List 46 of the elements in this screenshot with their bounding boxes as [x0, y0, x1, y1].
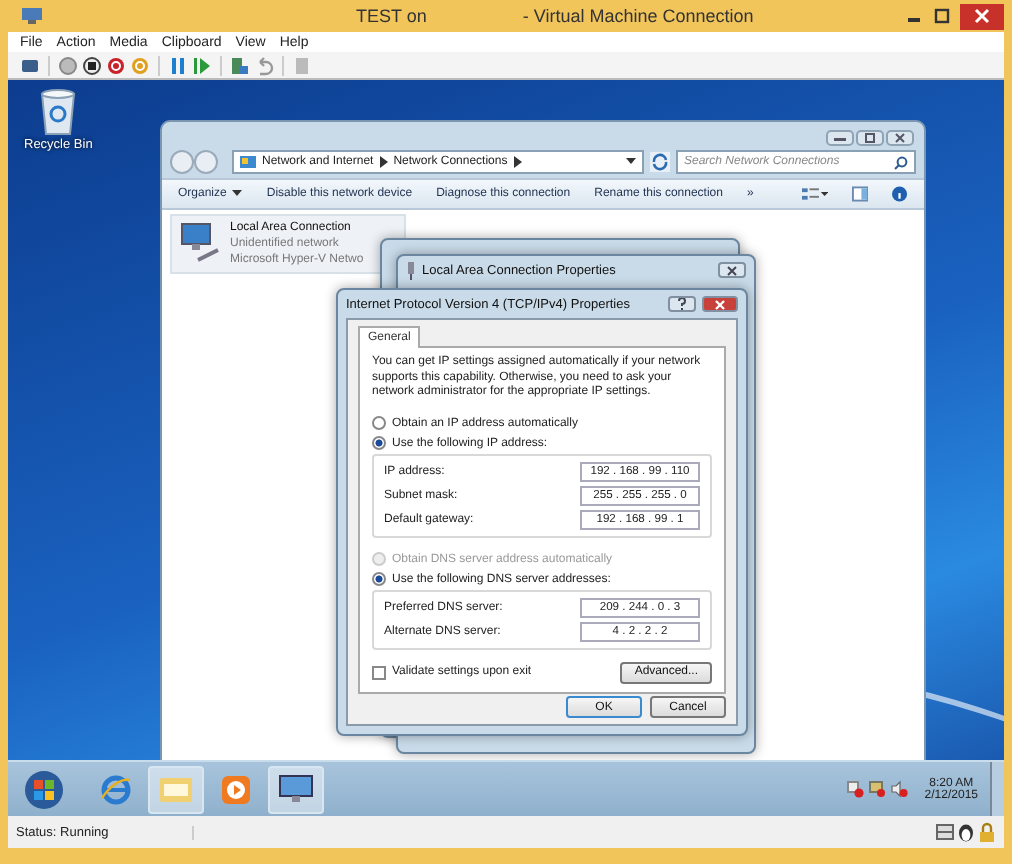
close-icon [974, 8, 990, 24]
preview-pane-icon[interactable] [852, 186, 869, 202]
radio-button[interactable] [372, 436, 386, 450]
network-adapter-icon [406, 261, 416, 279]
radio-button[interactable] [372, 416, 386, 430]
search-icon [894, 155, 908, 169]
close-icon[interactable] [886, 130, 914, 146]
maximize-icon[interactable] [856, 130, 884, 146]
lock-icon [978, 822, 996, 842]
radio-button[interactable] [372, 572, 386, 586]
chevron-right-icon[interactable] [513, 156, 522, 168]
folder-icon [158, 774, 194, 804]
undo-icon[interactable] [254, 55, 274, 75]
refresh-icon[interactable] [650, 152, 670, 172]
monitor-icon [20, 6, 44, 26]
window-title-suffix: - Virtual Machine Connection [522, 6, 754, 26]
help-button[interactable] [668, 296, 696, 312]
dropdown-icon[interactable] [626, 158, 636, 166]
taskbar-button[interactable] [268, 765, 324, 813]
close-button[interactable] [718, 262, 746, 278]
network-folder-icon [240, 154, 256, 170]
checkpoint-icon[interactable] [230, 55, 250, 75]
pause-icon[interactable] [168, 55, 188, 75]
play-icon [222, 775, 250, 803]
power-icon[interactable] [106, 55, 126, 75]
network-status-icon[interactable] [868, 780, 887, 798]
speaker-icon[interactable] [890, 780, 909, 798]
window-title: TEST on [356, 6, 427, 26]
view-options-icon[interactable] [801, 186, 828, 202]
browser-icon [100, 773, 132, 805]
dropdown-icon [232, 190, 243, 198]
network-icon [278, 774, 314, 804]
play-icon[interactable] [192, 55, 212, 75]
checkbox[interactable] [372, 665, 386, 679]
close-button[interactable] [960, 3, 1004, 29]
start-button[interactable] [24, 769, 64, 809]
close-icon [714, 299, 726, 309]
minimize-icon[interactable] [826, 130, 854, 146]
recycle-bin-icon[interactable] [36, 88, 81, 136]
network-computer-icon [178, 220, 222, 264]
shutdown-icon[interactable] [82, 55, 102, 75]
maximize-icon[interactable] [932, 6, 952, 26]
close-button[interactable] [702, 296, 738, 312]
flag-icon[interactable] [846, 780, 865, 798]
chevron-right-icon[interactable] [379, 156, 388, 168]
close-icon [726, 265, 738, 275]
